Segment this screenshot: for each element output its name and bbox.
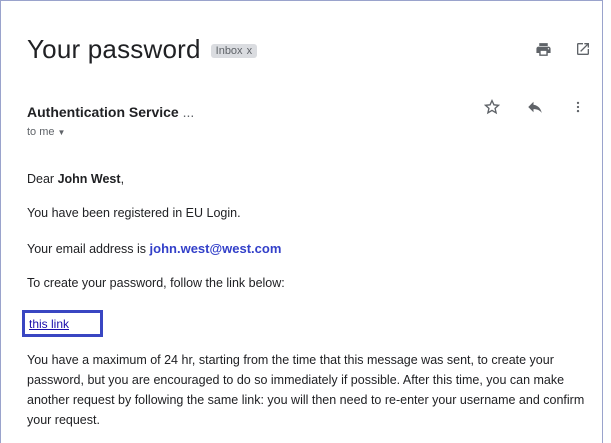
expiry-paragraph: You have a maximum of 24 hr, starting fr… <box>27 353 585 427</box>
recipient-text: to me <box>27 126 55 138</box>
star-icon[interactable] <box>483 98 501 116</box>
subject-row: Your password Inbox x <box>27 34 258 65</box>
top-toolbar <box>534 40 592 58</box>
recipient-name: John West <box>57 172 121 186</box>
email-subject: Your password <box>27 34 201 64</box>
remove-label-icon[interactable]: x <box>247 45 253 57</box>
message-actions <box>483 98 587 116</box>
email-address[interactable]: john.west@west.com <box>150 241 282 256</box>
registration-line: You have been registered in EU Login. <box>27 206 241 220</box>
password-link[interactable]: this link <box>29 317 69 331</box>
greeting-line: Dear John West, <box>27 172 125 186</box>
more-vertical-icon[interactable] <box>569 98 587 116</box>
inbox-label-chip[interactable]: Inbox x <box>210 44 258 58</box>
label-text: Inbox <box>215 45 243 57</box>
sender-name[interactable]: Authentication Service ... <box>27 104 194 120</box>
instruction-line: To create your password, follow the link… <box>27 276 285 290</box>
open-in-new-window-icon[interactable] <box>574 40 592 58</box>
chevron-down-icon[interactable]: ▼ <box>58 128 66 137</box>
print-icon[interactable] <box>534 40 552 58</box>
recipient-details[interactable]: to me ▼ <box>27 126 65 138</box>
reply-icon[interactable] <box>526 98 544 116</box>
highlighted-link-box: this link <box>22 310 103 337</box>
email-address-line: Your email address is john.west@west.com <box>27 241 282 256</box>
